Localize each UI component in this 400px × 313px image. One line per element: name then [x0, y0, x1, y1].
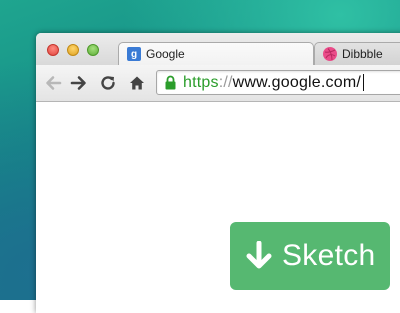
google-favicon-icon: g: [127, 47, 141, 61]
url-text: https://www.google.com/: [183, 73, 365, 92]
back-arrow-icon[interactable]: [44, 74, 62, 92]
url-host: www.google.com/: [232, 73, 362, 91]
text-caret: [363, 73, 365, 91]
browser-toolbar: https://www.google.com/: [36, 65, 400, 102]
home-icon[interactable]: [128, 74, 146, 92]
address-bar[interactable]: https://www.google.com/: [156, 70, 400, 95]
reload-icon[interactable]: [99, 74, 117, 92]
sketch-button-label: Sketch: [282, 239, 376, 272]
tab-label: Google: [146, 47, 185, 61]
download-sketch-button[interactable]: Sketch: [230, 222, 390, 290]
lock-icon: [164, 75, 177, 90]
tab-strip: g Google Dibbble: [36, 33, 400, 65]
tab-dibbble[interactable]: Dibbble: [314, 42, 400, 65]
dribbble-favicon-icon: [323, 47, 337, 61]
close-window-button[interactable]: [47, 44, 59, 56]
tab-label: Dibbble: [342, 47, 383, 61]
download-arrow-icon: [246, 240, 272, 271]
zoom-window-button[interactable]: [87, 44, 99, 56]
url-separator: ://: [218, 73, 233, 91]
forward-arrow-icon[interactable]: [70, 74, 88, 92]
tab-google[interactable]: g Google: [118, 42, 314, 65]
url-scheme: https: [183, 73, 219, 91]
minimize-window-button[interactable]: [67, 44, 79, 56]
